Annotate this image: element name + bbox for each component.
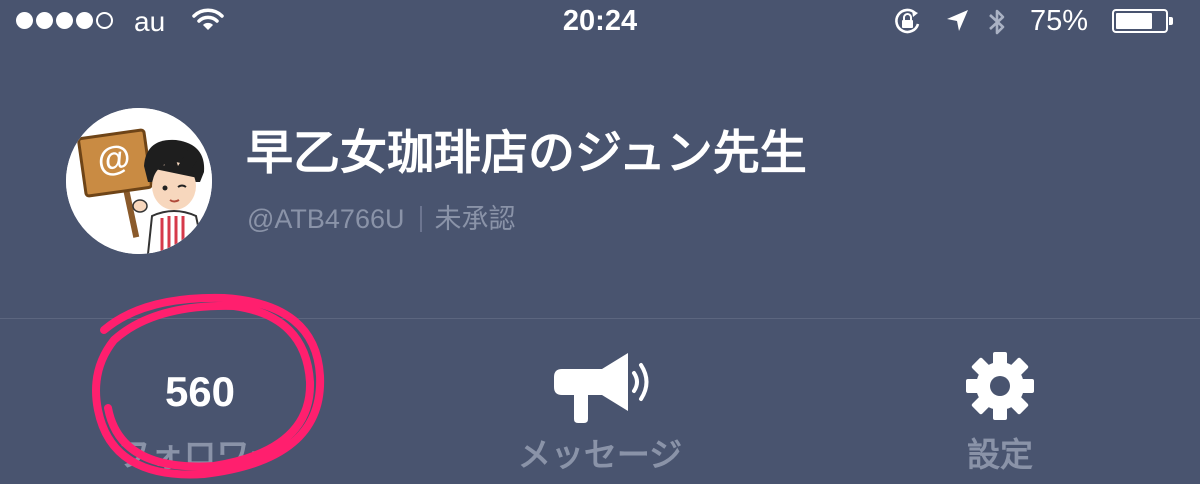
avatar[interactable]: @: [66, 108, 212, 254]
status-time: 20:24: [562, 5, 638, 37]
megaphone-icon: [440, 349, 760, 428]
settings-label: 設定: [967, 436, 1033, 473]
status-bar: au 20:24 75%: [0, 0, 1200, 42]
rotation-lock-icon: [893, 8, 923, 41]
settings-button[interactable]: 設定: [840, 319, 1160, 484]
verification-status: 未承認: [434, 204, 516, 234]
gear-icon: [840, 349, 1160, 428]
location-arrow-icon: [944, 8, 970, 39]
followers-label: フォロワー: [117, 436, 283, 473]
account-name: 早乙女珈琲店のジュン先生: [246, 126, 807, 179]
account-id: @ATB4766U: [247, 204, 405, 234]
battery-level-fill: [1116, 13, 1152, 29]
avatar-badge: @: [94, 137, 134, 181]
meta-divider: [420, 206, 423, 232]
message-button[interactable]: メッセージ: [440, 319, 760, 484]
battery-percentage: 75%: [1030, 5, 1089, 37]
followers-count: 560: [164, 368, 236, 415]
followers-button[interactable]: 560 フォロワー: [40, 319, 360, 484]
message-label: メッセージ: [517, 436, 683, 473]
bluetooth-icon: [986, 5, 1008, 44]
account-meta: @ATB4766U 未承認: [247, 202, 515, 236]
battery-cap: [1169, 17, 1173, 25]
battery-icon: [1112, 9, 1173, 33]
avatar-illustration: [66, 108, 212, 254]
